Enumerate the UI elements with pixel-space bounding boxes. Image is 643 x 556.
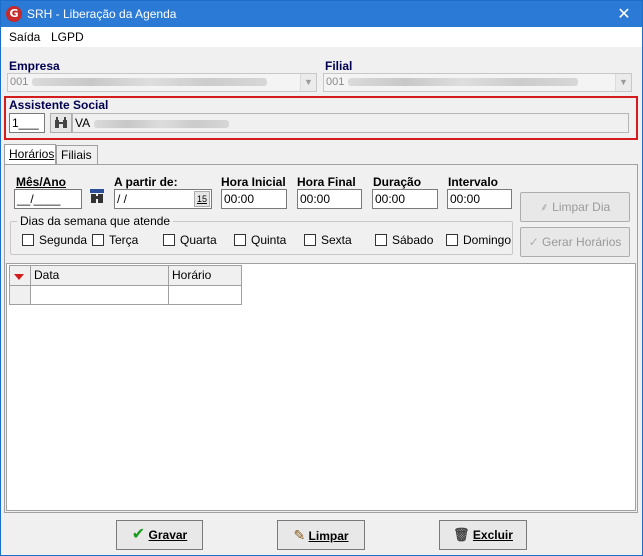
checkbox-box[interactable] xyxy=(375,234,387,246)
main-window: G SRH - Liberação da Agenda ✕ Saída LGPD… xyxy=(0,0,643,556)
assistente-code-input[interactable]: 1___ xyxy=(9,113,45,133)
binoculars-search-button[interactable] xyxy=(50,113,72,133)
intervalo-label: Intervalo xyxy=(448,175,499,189)
binoculars-calendar-button[interactable] xyxy=(89,189,105,205)
grid-cell-data[interactable] xyxy=(30,285,169,305)
checkbox-box[interactable] xyxy=(163,234,175,246)
assistente-name-field: VA xyxy=(72,113,629,133)
trash-icon: 🗑 xyxy=(453,527,470,542)
assistente-name-prefix: VA xyxy=(75,116,91,130)
tab-horarios[interactable]: Horários xyxy=(4,144,56,165)
checkbox-quinta[interactable]: Quinta xyxy=(234,233,286,247)
calendar-icon[interactable]: 15 xyxy=(194,191,210,207)
checkbox-quarta[interactable]: Quarta xyxy=(163,233,217,247)
tab-horarios-label: Horários xyxy=(9,147,55,161)
checkbox-segunda[interactable]: Segunda xyxy=(22,233,87,247)
intervalo-input[interactable]: 00:00 xyxy=(447,189,512,209)
binoculars-icon xyxy=(90,189,104,203)
checkbox-segunda-label: Segunda xyxy=(39,233,88,247)
checkbox-box[interactable] xyxy=(304,234,316,246)
menu-item-lgpd[interactable]: LGPD xyxy=(51,30,84,44)
checkbox-sexta-label: Sexta xyxy=(321,233,352,247)
checkbox-domingo[interactable]: Domingo xyxy=(446,233,511,247)
dias-semana-legend: Dias da semana que atende xyxy=(17,214,174,228)
checkbox-sexta[interactable]: Sexta xyxy=(304,233,352,247)
gravar-button[interactable]: ✔ Gravar xyxy=(116,520,203,550)
checkbox-quinta-label: Quinta xyxy=(251,233,287,247)
tab-filiais-label: Filiais xyxy=(61,148,92,162)
checkbox-box[interactable] xyxy=(446,234,458,246)
broom-icon: ✎ xyxy=(293,527,306,543)
checkbox-box[interactable] xyxy=(22,234,34,246)
menu-item-saida[interactable]: Saída xyxy=(9,30,40,44)
gerar-horarios-button[interactable]: ✓ Gerar Horários xyxy=(520,227,630,257)
checkbox-terca-label: Terça xyxy=(109,233,139,247)
checkbox-quarta-label: Quarta xyxy=(180,233,217,247)
calendar-glyph: 15 xyxy=(196,194,207,204)
limpar-dia-button[interactable]: ⸙ Limpar Dia xyxy=(520,192,630,222)
hora-final-label: Hora Final xyxy=(297,175,356,189)
hora-inicial-label: Hora Inicial xyxy=(221,175,286,189)
gravar-label: Gravar xyxy=(148,528,188,542)
grid-row-indicator xyxy=(9,285,31,305)
chevron-down-icon[interactable]: ▼ xyxy=(615,74,631,91)
close-icon[interactable]: ✕ xyxy=(614,4,634,24)
app-logo-icon: G xyxy=(6,6,22,22)
filial-value: 001 xyxy=(326,76,345,88)
excluir-button[interactable]: 🗑 Excluir xyxy=(439,520,527,550)
grid-header-data[interactable]: Data xyxy=(30,265,169,286)
grid-header-horario[interactable]: Horário xyxy=(168,265,242,286)
menu-bar: Saída LGPD xyxy=(1,27,642,47)
triangle-down-icon xyxy=(14,274,24,280)
chevron-down-icon[interactable]: ▼ xyxy=(300,74,316,91)
checkbox-terca[interactable]: Terça xyxy=(92,233,138,247)
a-partir-value: / / xyxy=(117,192,128,206)
checkbox-domingo-label: Domingo xyxy=(463,233,512,247)
binoculars-icon xyxy=(55,117,67,128)
excluir-label: Excluir xyxy=(472,528,513,542)
check-icon: ✓ xyxy=(528,235,539,249)
mes-ano-input[interactable]: __/____ xyxy=(14,189,82,209)
checkmark-icon: ✔ xyxy=(131,526,146,543)
checkbox-sabado[interactable]: Sábado xyxy=(375,233,433,247)
filial-combo[interactable]: 001 ▼ xyxy=(323,73,632,92)
assistente-label: Assistente Social xyxy=(9,98,109,112)
mes-ano-label: Mês/Ano xyxy=(16,175,67,189)
broom-icon: ⸙ xyxy=(539,200,549,214)
grid-corner-indicator xyxy=(9,265,31,286)
hora-final-input[interactable]: 00:00 xyxy=(297,189,362,209)
window-title: SRH - Liberação da Agenda xyxy=(27,7,177,21)
empresa-label: Empresa xyxy=(9,59,60,73)
a-partir-label: A partir de: xyxy=(114,175,178,189)
filial-label: Filial xyxy=(325,59,353,73)
duracao-input[interactable]: 00:00 xyxy=(372,189,438,209)
filial-redacted xyxy=(348,78,579,87)
grid-cell-horario[interactable] xyxy=(168,285,242,305)
hora-inicial-input[interactable]: 00:00 xyxy=(221,189,287,209)
title-bar[interactable]: G SRH - Liberação da Agenda ✕ xyxy=(1,1,642,27)
gerar-horarios-label: Gerar Horários xyxy=(542,235,622,249)
empresa-redacted xyxy=(32,78,268,87)
limpar-label: Limpar xyxy=(308,529,349,543)
checkbox-sabado-label: Sábado xyxy=(392,233,434,247)
limpar-dia-label: Limpar Dia xyxy=(552,200,611,214)
checkbox-box[interactable] xyxy=(234,234,246,246)
empresa-value: 001 xyxy=(10,76,29,88)
limpar-button[interactable]: ✎ Limpar xyxy=(277,520,365,550)
tab-filiais[interactable]: Filiais xyxy=(56,145,98,165)
checkbox-box[interactable] xyxy=(92,234,104,246)
assistente-name-redacted xyxy=(94,119,230,128)
duracao-label: Duração xyxy=(373,175,422,189)
empresa-combo[interactable]: 001 ▼ xyxy=(7,73,317,92)
